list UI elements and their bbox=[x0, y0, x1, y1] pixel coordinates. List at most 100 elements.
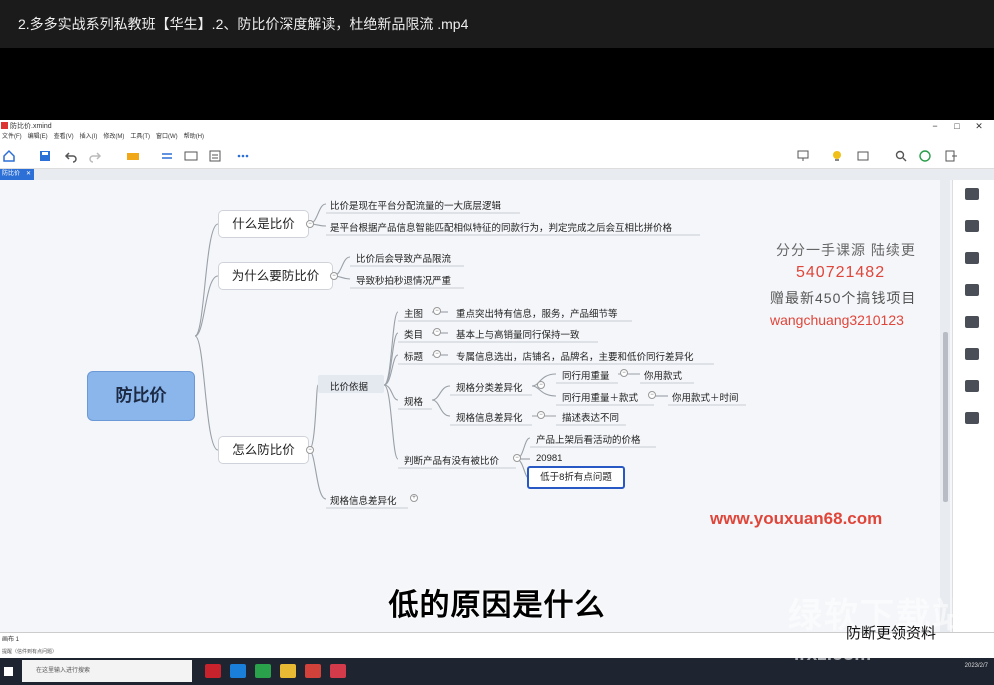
collapse-toggle[interactable]: − bbox=[513, 454, 521, 462]
highlighted-subtopic[interactable]: 低于8折有点问题 bbox=[527, 466, 625, 489]
menu-help[interactable]: 帮助(H) bbox=[184, 132, 204, 143]
subtopic[interactable]: 专属信息选出，店铺名，品牌名，主要和低价同行差异化 bbox=[456, 349, 694, 363]
tab-close-icon[interactable]: ✕ bbox=[26, 169, 31, 180]
share-icon[interactable] bbox=[918, 149, 932, 163]
root-topic[interactable]: 防比价 bbox=[87, 371, 195, 421]
taskbar-date: 2023/2/7 bbox=[964, 663, 988, 669]
relationship-icon[interactable] bbox=[160, 149, 174, 163]
subtopic[interactable]: 描述表达不同 bbox=[562, 410, 619, 424]
subtopic[interactable]: 基本上与高销量同行保持一致 bbox=[456, 327, 580, 341]
menu-view[interactable]: 查看(V) bbox=[54, 132, 74, 143]
subtopic-spec[interactable]: 规格 bbox=[404, 394, 423, 408]
subtopic-judge[interactable]: 判断产品有没有被比价 bbox=[404, 453, 499, 467]
boundary-icon[interactable] bbox=[208, 149, 222, 163]
home-icon[interactable] bbox=[2, 149, 16, 163]
sheet-label[interactable]: 画布 1 bbox=[2, 637, 19, 643]
menu-edit[interactable]: 编辑(E) bbox=[28, 132, 48, 143]
image-panel-icon[interactable] bbox=[965, 252, 979, 264]
tab-bar: 防比价 ✕ bbox=[0, 169, 994, 180]
taskbar-search-input[interactable]: 在这里输入进行搜索 bbox=[22, 660, 192, 682]
window-title: 防比价.xmind bbox=[10, 123, 52, 130]
subtopic[interactable]: 规格信息差异化 bbox=[456, 410, 523, 424]
topic-what[interactable]: 什么是比价 bbox=[218, 210, 309, 238]
subtopic[interactable]: 主图 bbox=[404, 306, 423, 320]
video-frame: { "video": { "title": "2.多多实战系列私教班【华生】.2… bbox=[0, 0, 994, 685]
subtopic[interactable]: 规格信息差异化 bbox=[330, 493, 397, 507]
subtopic[interactable]: 产品上架后看活动的价格 bbox=[536, 432, 641, 446]
collapse-toggle[interactable]: − bbox=[648, 391, 656, 399]
xmind-taskbar-icon[interactable] bbox=[330, 664, 346, 678]
right-sidebar bbox=[952, 180, 994, 632]
wps-app-icon[interactable] bbox=[205, 664, 221, 678]
subtopic[interactable]: 同行用重量 bbox=[562, 368, 610, 382]
collapse-toggle[interactable]: − bbox=[433, 350, 441, 358]
menu-modify[interactable]: 修改(M) bbox=[103, 132, 124, 143]
collapse-toggle[interactable]: − bbox=[537, 411, 545, 419]
collapse-toggle[interactable]: − bbox=[433, 307, 441, 315]
subtopic[interactable]: 导致秒拍秒退情况严重 bbox=[356, 273, 451, 287]
corner-url-watermark: lrxz.com bbox=[794, 644, 872, 665]
subtopic[interactable]: 同行用重量＋款式 bbox=[562, 390, 638, 404]
menu-insert[interactable]: 插入(I) bbox=[80, 132, 98, 143]
menu-window[interactable]: 窗口(W) bbox=[156, 132, 178, 143]
task-icon[interactable] bbox=[965, 412, 979, 424]
subtopic[interactable]: 你用款式＋时间 bbox=[672, 390, 739, 404]
expand-toggle[interactable]: + bbox=[410, 494, 418, 502]
save-icon[interactable] bbox=[38, 149, 52, 163]
subtopic[interactable]: 标题 bbox=[404, 349, 423, 363]
explorer-app-icon[interactable] bbox=[280, 664, 296, 678]
subtopic[interactable]: 类目 bbox=[404, 327, 423, 341]
xmind-app-icon bbox=[1, 122, 8, 129]
undo-icon[interactable] bbox=[64, 149, 78, 163]
wechat-app-icon[interactable] bbox=[255, 664, 271, 678]
menu-file[interactable]: 文件(F) bbox=[2, 132, 22, 143]
subtopic[interactable]: 规格分类差异化 bbox=[456, 380, 523, 394]
marker-icon[interactable] bbox=[965, 284, 979, 296]
minimize-button[interactable]: − bbox=[924, 120, 946, 132]
collapse-toggle[interactable]: − bbox=[537, 381, 545, 389]
collapse-toggle[interactable]: − bbox=[433, 328, 441, 336]
menubar: 文件(F) 编辑(E) 查看(V) 插入(I) 修改(M) 工具(T) 窗口(W) 帮助(H) bbox=[0, 132, 994, 143]
lightbulb-icon[interactable] bbox=[830, 149, 844, 163]
redo-icon[interactable] bbox=[88, 149, 102, 163]
image-icon[interactable] bbox=[856, 149, 870, 163]
close-button[interactable]: ✕ bbox=[968, 120, 990, 132]
topic-why[interactable]: 为什么要防比价 bbox=[218, 262, 333, 290]
sticker-icon[interactable] bbox=[965, 316, 979, 328]
subtopic[interactable]: 比价是现在平台分配流量的一大底层逻辑 bbox=[330, 198, 501, 212]
subtopic[interactable]: 是平台根据产品信息智能匹配相似特征的同款行为，判定完成之后会互相比拼价格 bbox=[330, 220, 672, 234]
windows-start-icon[interactable] bbox=[4, 667, 13, 676]
presentation-icon[interactable] bbox=[796, 149, 810, 163]
search-icon[interactable] bbox=[894, 149, 908, 163]
format-icon[interactable] bbox=[965, 220, 979, 232]
summary-icon[interactable] bbox=[184, 149, 198, 163]
collapse-toggle[interactable]: − bbox=[306, 446, 314, 454]
topic-how[interactable]: 怎么防比价 bbox=[218, 436, 309, 464]
mindmap-canvas[interactable]: 防比价 什么是比价 为什么要防比价 怎么防比价 − − − 比价是现在平台分配流… bbox=[0, 180, 950, 632]
collapse-toggle[interactable]: − bbox=[306, 220, 314, 228]
subtopic[interactable]: 你用款式 bbox=[644, 368, 682, 382]
export-icon[interactable] bbox=[944, 149, 958, 163]
promo-line-3: 赠最新450个搞钱项目 bbox=[770, 290, 917, 306]
subtopic[interactable]: 比价后会导致产品限流 bbox=[356, 251, 451, 265]
media-app-icon[interactable] bbox=[305, 664, 321, 678]
topic-icon[interactable] bbox=[126, 149, 140, 163]
maximize-button[interactable]: □ bbox=[946, 120, 968, 132]
notification-text: 提醒（信件到有点问题） bbox=[2, 649, 58, 655]
tab-document[interactable]: 防比价 ✕ bbox=[0, 169, 34, 180]
collapse-toggle[interactable]: − bbox=[620, 369, 628, 377]
scrollbar-thumb[interactable] bbox=[943, 332, 948, 502]
comment-icon[interactable] bbox=[965, 380, 979, 392]
collapse-toggle[interactable]: − bbox=[330, 272, 338, 280]
subtopic-basis[interactable]: 比价依据 bbox=[330, 379, 368, 393]
outline-icon[interactable] bbox=[965, 188, 979, 200]
more-icon[interactable] bbox=[236, 149, 250, 163]
menu-tools[interactable]: 工具(T) bbox=[130, 132, 150, 143]
subtopic[interactable]: 20981 bbox=[536, 453, 562, 464]
site-watermark: www.youxuan68.com bbox=[710, 509, 883, 528]
subtopic[interactable]: 重点突出特有信息，服务，产品细节等 bbox=[456, 306, 618, 320]
promo-wechat: wangchuang3210123 bbox=[770, 312, 904, 328]
edge-app-icon[interactable] bbox=[230, 664, 246, 678]
toolbar bbox=[0, 143, 994, 169]
notes-icon[interactable] bbox=[965, 348, 979, 360]
